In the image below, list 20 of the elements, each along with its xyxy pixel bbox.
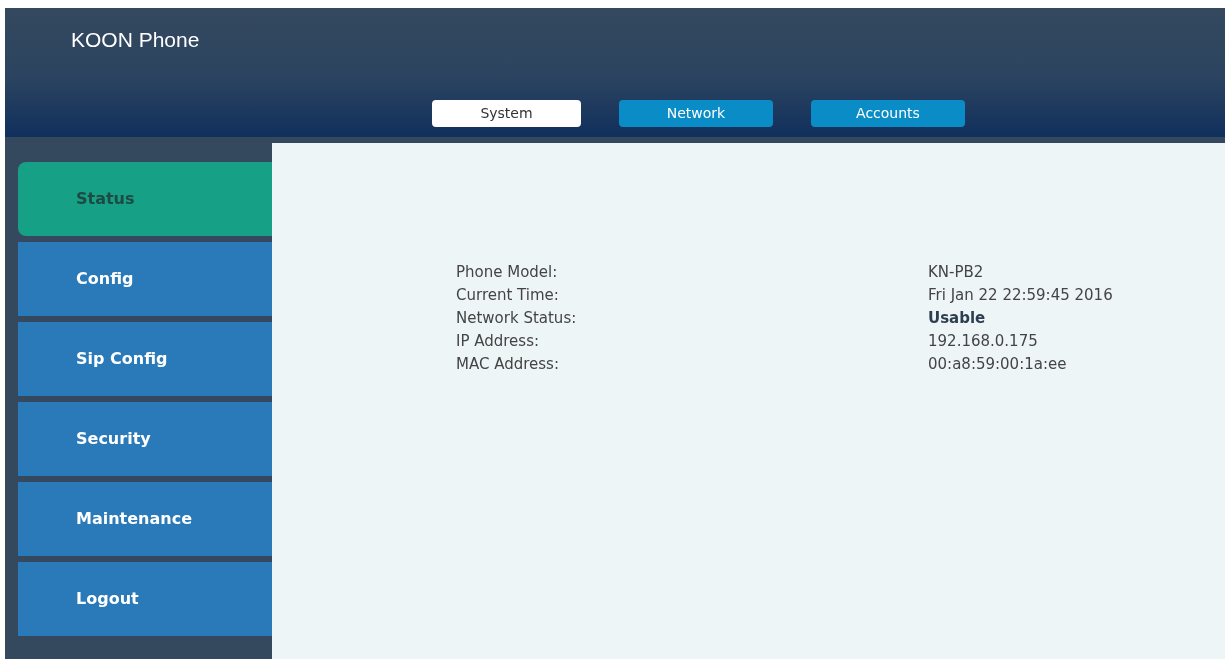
field-value: Usable <box>928 308 986 330</box>
nav-tab[interactable]: Accounts <box>811 100 965 127</box>
field-value: 192.168.0.175 <box>928 331 1038 353</box>
field-label: Network Status: <box>456 308 578 330</box>
nav-tab[interactable]: System <box>432 100 581 127</box>
field-value: Fri Jan 22 22:59:45 2016 <box>928 285 1113 307</box>
app-title: KOON Phone <box>71 27 200 53</box>
field-label: MAC Address: <box>456 354 560 376</box>
field-value: 00:a8:59:00:1a:ee <box>928 354 1067 376</box>
sidebar-item[interactable]: Sip Config <box>18 322 272 396</box>
field-label: Phone Model: <box>456 262 559 284</box>
sidebar-item[interactable]: Security <box>18 402 272 476</box>
sidebar-item[interactable]: Maintenance <box>18 482 272 556</box>
field-value: KN-PB2 <box>928 262 984 284</box>
field-label: Current Time: <box>456 285 560 307</box>
sidebar-item[interactable]: Config <box>18 242 272 316</box>
sidebar-item[interactable]: Status <box>18 162 272 236</box>
nav-tab[interactable]: Network <box>619 100 773 127</box>
sidebar-item[interactable]: Logout <box>18 562 272 636</box>
field-label: IP Address: <box>456 331 541 353</box>
